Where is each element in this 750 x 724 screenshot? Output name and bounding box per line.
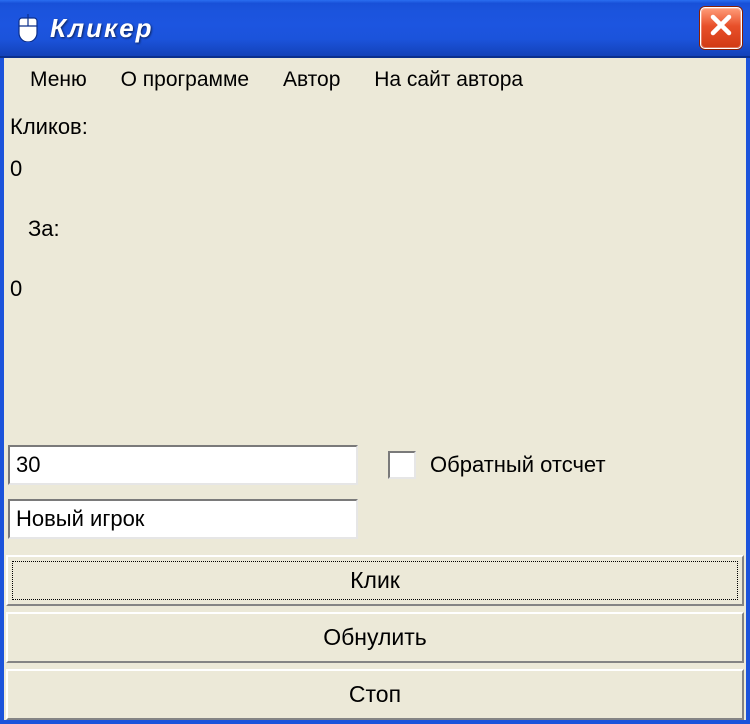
menu-item-site[interactable]: На сайт автора [360,66,537,94]
menu-item-menu[interactable]: Меню [16,66,101,94]
stats-block: Кликов: 0 За: 0 [8,110,742,314]
duration-input[interactable] [8,445,358,485]
menu-item-author[interactable]: Автор [269,66,354,94]
window-title: Кликер [50,13,700,44]
client-area: Кликов: 0 За: 0 Обратный отсчет Клик Обн… [4,102,746,720]
close-icon [709,13,733,43]
stop-button[interactable]: Стоп [6,669,744,720]
window-frame: Меню О программе Автор На сайт автора Кл… [0,58,750,724]
clicks-label: Кликов: [10,110,742,144]
player-name-input[interactable] [8,499,358,539]
menu-bar: Меню О программе Автор На сайт автора [4,58,746,102]
close-button[interactable] [700,7,742,49]
action-buttons: Клик Обнулить Стоп [6,549,744,720]
time-value: 0 [10,272,742,306]
title-bar: Кликер [0,0,750,58]
mouse-icon [16,14,40,42]
countdown-label: Обратный отсчет [430,452,606,478]
click-button[interactable]: Клик [6,555,744,606]
menu-item-about[interactable]: О программе [107,66,263,94]
time-label: За: [10,212,742,246]
countdown-checkbox[interactable] [388,451,416,479]
reset-button[interactable]: Обнулить [6,612,744,663]
clicks-value: 0 [10,152,742,186]
